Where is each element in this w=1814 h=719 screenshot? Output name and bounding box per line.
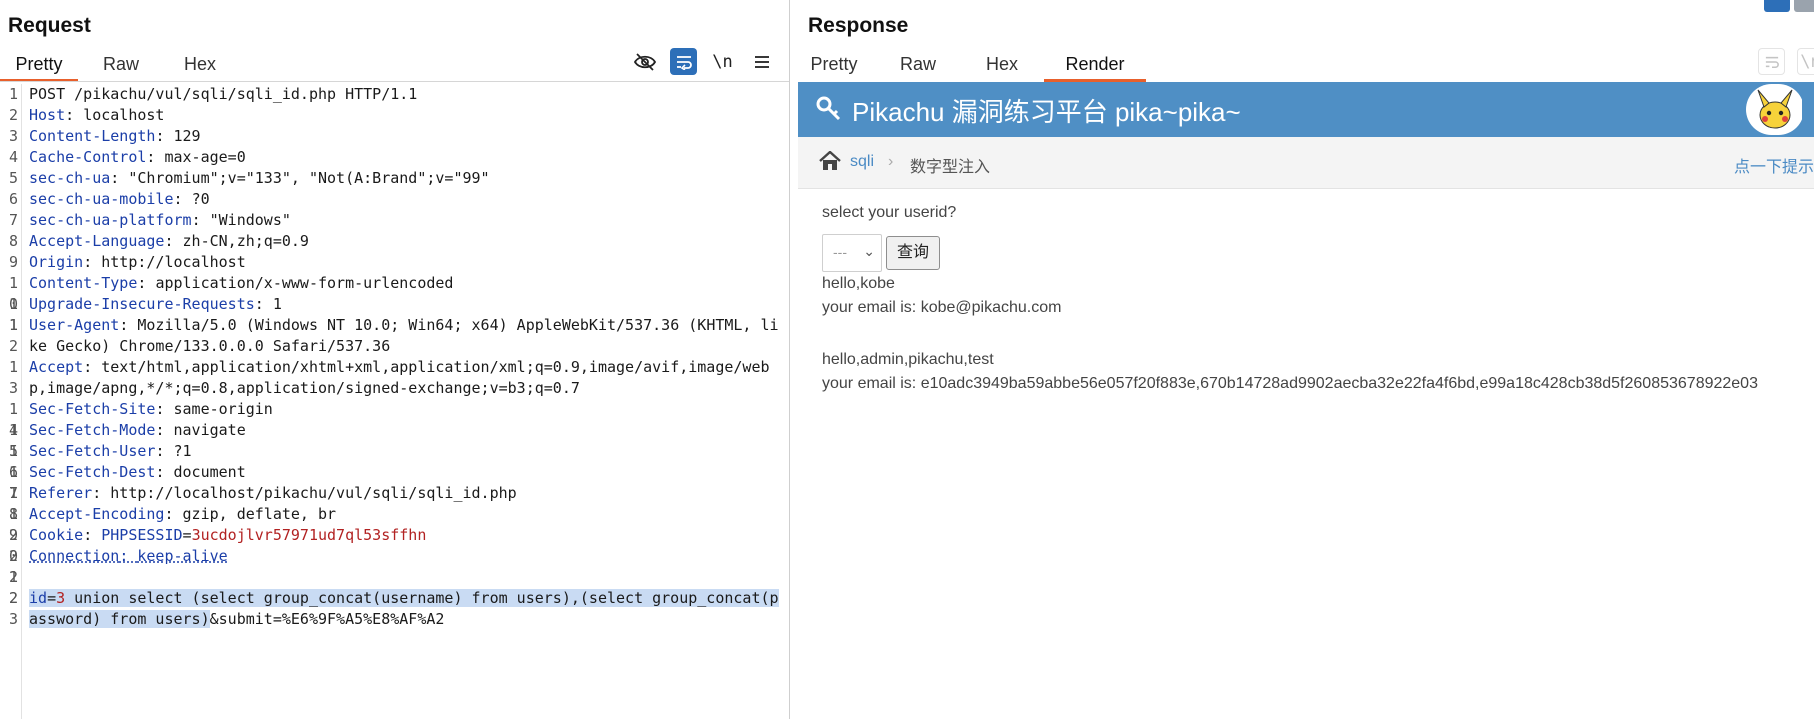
- request-tab-raw[interactable]: Raw: [78, 52, 164, 82]
- response-toolbar: \n: [1758, 48, 1814, 75]
- pikachu-title-text: Pikachu 漏洞练习平台 pika~pika~: [852, 97, 1241, 127]
- layout-split-icon[interactable]: [1764, 0, 1790, 12]
- request-tabs: Pretty Raw Hex: [0, 52, 236, 82]
- code-line: 12 User-Agent: Mozilla/5.0 (Windows NT 10…: [8, 316, 779, 355]
- code-line: 18 Referer: http://localhost/pikachu/vul/…: [8, 484, 517, 523]
- query-button[interactable]: 查询: [886, 236, 940, 270]
- request-tab-divider: [0, 81, 789, 82]
- code-line: 16 Sec-Fetch-User: ?1: [8, 442, 192, 481]
- header-edge: [1802, 82, 1814, 137]
- breadcrumb-current: 数字型注入: [910, 159, 991, 176]
- code-line: 4 Cache-Control: max-age=0: [8, 148, 246, 166]
- chevron-down-icon: ⌄: [863, 243, 875, 259]
- result-block: hello,kobe your email is: kobe@pikachu.c…: [822, 272, 1061, 320]
- userid-select[interactable]: --- ⌄: [822, 234, 882, 272]
- pikachu-title: Pikachu 漏洞练习平台 pika~pika~: [816, 92, 1241, 129]
- menu-icon[interactable]: [748, 48, 775, 75]
- word-wrap-icon[interactable]: [1758, 48, 1785, 75]
- breadcrumb-sqli-link[interactable]: sqli: [850, 153, 874, 171]
- request-editor[interactable]: 1 POST /pikachu/vul/sqli/sqli_id.php HTTP…: [0, 84, 789, 719]
- code-line-connection: 21 Connection: keep-alive: [8, 547, 228, 586]
- code-line: 8 Accept-Language: zh-CN,zh;q=0.9: [8, 232, 309, 250]
- layout-toggle-buttons[interactable]: [1764, 0, 1814, 12]
- chevron-right-icon: ›: [888, 153, 894, 170]
- hint-link[interactable]: 点一下提示: [1734, 153, 1814, 177]
- newline-toggle[interactable]: \n: [1797, 48, 1814, 75]
- eye-off-icon[interactable]: [631, 48, 658, 75]
- result-greeting: hello,kobe: [822, 275, 895, 292]
- request-panel: Request Pretty Raw Hex \n 1 POST /pikachu…: [0, 0, 790, 719]
- code-line: 3 Content-Length: 129: [8, 127, 201, 145]
- code-line: 9 Origin: http://localhost: [8, 253, 246, 271]
- result-email: your email is: e10adc3949ba59abbe56e057f…: [822, 375, 1758, 392]
- request-tab-pretty[interactable]: Pretty: [0, 52, 78, 82]
- code-line: 11 Upgrade-Insecure-Requests: 1: [8, 295, 282, 334]
- response-title: Response: [808, 14, 909, 37]
- home-icon[interactable]: [818, 150, 842, 173]
- breadcrumb: sqli › 数字型注入 点一下提示: [798, 137, 1814, 189]
- response-tab-hex[interactable]: Hex: [960, 52, 1044, 82]
- code-line: 17 Sec-Fetch-Dest: document: [8, 463, 246, 502]
- code-line: 1 POST /pikachu/vul/sqli/sqli_id.php HTTP…: [8, 85, 418, 103]
- response-tab-render[interactable]: Render: [1044, 52, 1146, 82]
- key-icon: [816, 95, 842, 127]
- layout-stack-icon[interactable]: [1794, 0, 1814, 12]
- code-line: 13 Accept: text/html,application/xhtml+xm…: [8, 358, 770, 397]
- response-panel: Response Pretty Raw Hex Render \n Pikach…: [792, 0, 1814, 719]
- pikachu-header: Pikachu 漏洞练习平台 pika~pika~: [798, 82, 1814, 137]
- code-line: 7 sec-ch-ua-platform: "Windows": [8, 211, 291, 229]
- request-code[interactable]: 1 POST /pikachu/vul/sqli/sqli_id.php HTTP…: [0, 84, 789, 630]
- code-line-body: 23 id=3 union select (select group_concat…: [8, 589, 779, 628]
- code-line: 15 Sec-Fetch-Mode: navigate: [8, 421, 246, 460]
- result-email: your email is: kobe@pikachu.com: [822, 299, 1062, 316]
- response-tab-pretty[interactable]: Pretty: [792, 52, 876, 82]
- code-line: 5 sec-ch-ua: "Chromium";v="133", "Not(A:B…: [8, 169, 490, 187]
- code-line: 19 Accept-Encoding: gzip, deflate, br: [8, 505, 337, 544]
- result-block: hello,admin,pikachu,test your email is: …: [822, 348, 1758, 396]
- request-toolbar: \n: [631, 48, 775, 75]
- rendered-page: Pikachu 漏洞练习平台 pika~pika~ sqli › 数字型注入 点…: [798, 82, 1814, 719]
- code-line: 2 Host: localhost: [8, 106, 165, 124]
- userid-label: select your userid?: [822, 204, 957, 221]
- code-line: 10 Content-Type: application/x-www-form-u…: [8, 274, 454, 313]
- code-line: 6 sec-ch-ua-mobile: ?0: [8, 190, 210, 208]
- pikachu-avatar-icon[interactable]: [1746, 84, 1804, 135]
- code-line-cookie: 20 Cookie: PHPSESSID=3ucdojlvr57971ud7ql5…: [8, 526, 427, 565]
- result-greeting: hello,admin,pikachu,test: [822, 351, 994, 368]
- code-line-blank: 22: [8, 568, 18, 607]
- request-tab-hex[interactable]: Hex: [164, 52, 236, 82]
- code-line: 14 Sec-Fetch-Site: same-origin: [8, 400, 273, 439]
- word-wrap-icon[interactable]: [670, 48, 697, 75]
- userid-select-value: ---: [833, 244, 847, 260]
- request-title: Request: [8, 14, 91, 37]
- newline-toggle[interactable]: \n: [709, 48, 736, 75]
- response-tabs: Pretty Raw Hex Render: [792, 52, 1146, 82]
- response-tab-raw[interactable]: Raw: [876, 52, 960, 82]
